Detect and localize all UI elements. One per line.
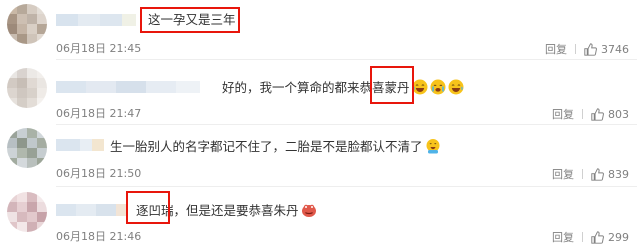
like-count: 299	[608, 230, 629, 244]
laughing-face-icon	[448, 79, 464, 95]
comment-time: 06月18日 21:50	[56, 167, 142, 180]
laughing-face-icon	[426, 139, 440, 154]
comment-feed: 这一孕又是三年 06月18日 21:45 回复 3746 好的，我一个算命的都来…	[0, 0, 637, 252]
like-count: 803	[608, 107, 629, 121]
comment-time: 06月18日 21:47	[56, 107, 142, 120]
comment-item: 生一胎别人的名字都记不住了，二胎是不是脸都认不清了 06月18日 21:50 回…	[0, 126, 637, 187]
avatar[interactable]	[7, 192, 47, 232]
comment-time: 06月18日 21:45	[56, 42, 142, 55]
highlight-box	[140, 7, 240, 33]
avatar[interactable]	[7, 68, 47, 108]
thumbs-up-icon[interactable]	[591, 107, 604, 121]
action-divider	[575, 44, 576, 54]
comment-actions: 回复 803	[552, 106, 629, 122]
username-blurred[interactable]	[56, 139, 104, 151]
username-blurred[interactable]	[56, 81, 200, 93]
action-divider	[582, 109, 583, 119]
comment-actions: 回复 839	[552, 166, 629, 182]
divider	[56, 186, 637, 187]
reply-button[interactable]: 回复	[552, 166, 574, 182]
username-blurred[interactable]	[56, 14, 136, 26]
comment-actions: 回复 3746	[545, 41, 629, 57]
avatar[interactable]	[7, 128, 47, 168]
reply-button[interactable]: 回复	[552, 229, 574, 245]
divider	[56, 59, 637, 60]
thumbs-up-icon[interactable]	[591, 167, 604, 181]
avatar[interactable]	[7, 4, 47, 44]
reply-button[interactable]: 回复	[552, 106, 574, 122]
comment-text: 生一胎别人的名字都记不住了，二胎是不是脸都认不清了	[110, 138, 441, 155]
crying-face-icon	[430, 79, 446, 95]
highlight-box	[126, 191, 170, 224]
comment-item: 好的，我一个算命的都来恭喜蒙丹 06月18日 21:47 回复 803	[0, 62, 637, 125]
like-count: 3746	[601, 42, 629, 56]
comment-text: 好的，我一个算命的都来恭喜蒙丹	[222, 79, 464, 96]
comment-actions: 回复 299	[552, 229, 629, 245]
action-divider	[582, 169, 583, 179]
comment-time: 06月18日 21:46	[56, 230, 142, 243]
comment-item: 这一孕又是三年 06月18日 21:45 回复 3746	[0, 0, 637, 60]
comment-item: 逐凹瑞，但是还是要恭喜朱丹 06月18日 21:46 回复 299	[0, 190, 637, 252]
like-count: 839	[608, 167, 629, 181]
divider	[56, 124, 637, 125]
highlight-box	[370, 66, 414, 104]
username-blurred[interactable]	[56, 204, 126, 216]
crying-face-icon	[301, 204, 316, 217]
action-divider	[582, 232, 583, 242]
thumbs-up-icon[interactable]	[584, 42, 597, 56]
reply-button[interactable]: 回复	[545, 41, 567, 57]
thumbs-up-icon[interactable]	[591, 230, 604, 244]
comment-text-body: 生一胎别人的名字都记不住了，二胎是不是脸都认不清了	[110, 139, 423, 154]
